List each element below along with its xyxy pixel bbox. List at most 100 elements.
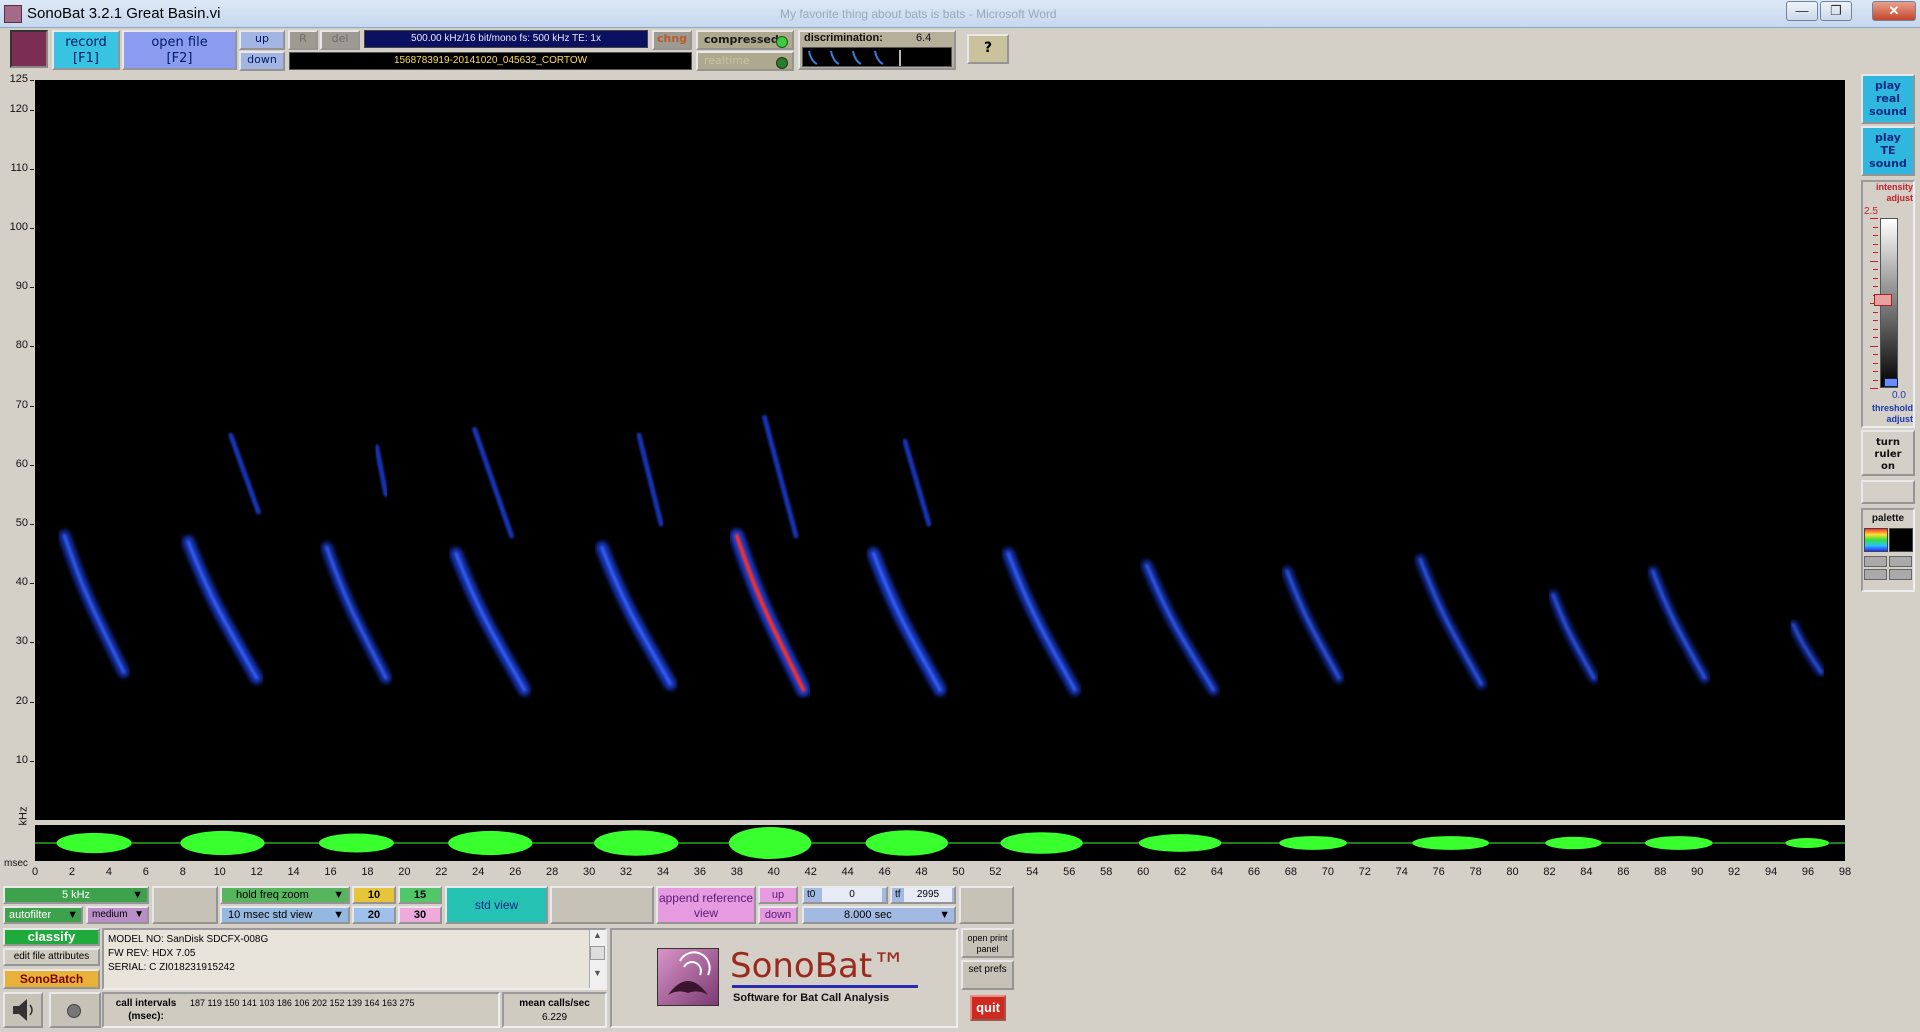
compressed-toggle[interactable]: compressed (696, 30, 794, 50)
minimize-button[interactable]: — (1786, 1, 1818, 21)
threshold-slider-handle[interactable] (1884, 378, 1898, 387)
reference-up-button[interactable]: up (758, 886, 798, 904)
palette-swatch-3[interactable] (1864, 556, 1887, 567)
change-button[interactable]: chng (652, 30, 692, 50)
open-file-button[interactable]: open file [F2] (122, 30, 237, 70)
edit-file-attributes-button[interactable]: edit file attributes (3, 948, 100, 966)
zoom-10-button[interactable]: 10 (352, 886, 396, 904)
set-prefs-button[interactable]: set prefs (961, 960, 1014, 990)
waveform-envelope-4 (448, 830, 533, 856)
append-reference-view-button[interactable]: append reference view (656, 886, 756, 924)
zoom-20-button[interactable]: 20 (352, 906, 396, 924)
bat-call-harmonic-4 (472, 426, 515, 539)
ruler-label-1: turn (1876, 437, 1900, 448)
restore-button[interactable]: ❐ (1820, 1, 1852, 21)
x-tick-label: 46 (878, 866, 891, 878)
x-tick-label: 66 (1247, 866, 1261, 878)
file-up-button[interactable]: up (239, 30, 285, 50)
palette-swatch-4[interactable] (1889, 556, 1912, 567)
x-tick-label: 2 (68, 866, 75, 878)
intensity-scale-tick (1870, 345, 1878, 347)
palette-swatch-6[interactable] (1889, 569, 1912, 580)
quit-button[interactable]: quit (970, 995, 1006, 1021)
speaker-button[interactable] (3, 992, 43, 1028)
x-tick-label: 70 (1321, 866, 1334, 878)
tf-input[interactable]: 2995 (904, 888, 952, 902)
metadata-line-serial: SERIAL: C ZI018231915242 (108, 962, 235, 973)
threshold-adjust-label: threshold adjust (1871, 403, 1913, 424)
zoom-15-button[interactable]: 15 (398, 886, 442, 904)
play-te-sound-button[interactable]: play TE sound (1861, 126, 1915, 176)
turn-ruler-on-button[interactable]: turn ruler on (1861, 430, 1915, 476)
classify-button[interactable]: classify (3, 928, 100, 946)
y-tick-label: 30 (15, 635, 28, 648)
sonobat-logo-bat-icon (657, 948, 719, 1006)
chevron-down-icon: ▼ (67, 909, 78, 921)
waveform-envelope-8 (1000, 832, 1083, 854)
color-palette-swatch[interactable] (1864, 528, 1888, 552)
call-intervals-label: call intervals (115, 998, 177, 1009)
blank-control-3[interactable] (959, 886, 1014, 924)
scroll-thumb[interactable] (590, 946, 605, 960)
help-button[interactable]: ? (967, 34, 1009, 64)
blank-control-1[interactable] (152, 886, 218, 924)
palette-swatch-5[interactable] (1864, 569, 1887, 580)
duration-select[interactable]: 8.000 sec ▼ (802, 906, 956, 924)
intensity-slider-handle[interactable] (1874, 294, 1892, 306)
open-print-panel-button[interactable]: open print panel (961, 928, 1014, 958)
intensity-scale-tick (1873, 311, 1878, 313)
r-button[interactable]: R (288, 30, 318, 50)
intensity-scale-tick (1870, 218, 1878, 219)
sonobatch-button[interactable]: SonoBatch (3, 969, 100, 989)
y-tick-label: 110 (10, 161, 28, 174)
intensity-adjust-label: intensity adjust (1875, 182, 1913, 203)
record-button[interactable]: record [F1] (52, 30, 120, 70)
spectrogram-display[interactable] (35, 80, 1845, 820)
blank-right-button[interactable] (1861, 480, 1915, 504)
intensity-scale-tick (1873, 226, 1878, 228)
autofilter-select[interactable]: autofilter ▼ (3, 906, 83, 924)
x-tick-label: 98 (1838, 866, 1852, 878)
play-te-label-2: TE (1880, 144, 1896, 157)
file-down-button[interactable]: down (239, 51, 285, 71)
x-tick-label: 10 (213, 866, 226, 878)
blank-control-2[interactable] (550, 886, 654, 924)
waveform-envelope-13 (1644, 836, 1713, 850)
call-intervals-unit: (msec): (128, 1011, 164, 1022)
discrimination-glyphs-icon (808, 50, 901, 66)
play-real-sound-button[interactable]: play real sound (1861, 74, 1915, 124)
t0-input[interactable]: 0 (822, 888, 882, 902)
reference-down-button[interactable]: down (758, 906, 798, 924)
waveform-display[interactable] (35, 825, 1845, 861)
bat-call-core-14 (1791, 623, 1823, 674)
x-tick-label: 94 (1764, 866, 1778, 878)
std-view-select[interactable]: 10 msec std view ▼ (220, 906, 350, 924)
zoom-30-button[interactable]: 30 (398, 906, 442, 924)
black-palette-swatch[interactable] (1889, 528, 1913, 552)
file-metadata-box[interactable]: MODEL NO: SanDisk SDCFX-008G FW REV: HDX… (102, 928, 607, 990)
x-tick-label: 54 (1026, 866, 1039, 878)
x-tick-label: 48 (915, 866, 928, 878)
x-tick-label: 62 (1173, 866, 1187, 878)
realtime-toggle[interactable]: realtime (696, 51, 794, 71)
x-tick-label: 20 (398, 866, 411, 878)
y-tick-label: 70 (15, 398, 28, 411)
x-tick-label: 84 (1580, 866, 1593, 878)
chevron-down-icon: ▼ (132, 889, 143, 901)
scroll-down-icon[interactable]: ▼ (590, 968, 605, 978)
scroll-up-icon[interactable]: ▲ (590, 930, 605, 940)
delete-button[interactable]: del (320, 30, 360, 50)
bat-call-harmonic-2 (228, 432, 261, 515)
bat-call-harmonic-3 (374, 444, 389, 497)
freq-zoom-select[interactable]: hold freq zoom ▼ (220, 886, 350, 904)
filter-level-select[interactable]: medium ▼ (86, 906, 149, 924)
close-button[interactable]: ✕ (1872, 1, 1916, 21)
y-tick-mark (30, 701, 34, 703)
filter-frequency-select[interactable]: 5 kHz ▼ (3, 886, 149, 904)
chevron-down-icon: ▼ (939, 909, 950, 921)
std-view-button[interactable]: std view (445, 886, 548, 924)
bat-call-harmonic-5 (636, 432, 664, 527)
metadata-scrollbar[interactable]: ▲ ▼ (589, 930, 605, 988)
metadata-line-model: MODEL NO: SanDisk SDCFX-008G (108, 934, 269, 945)
intensity-scale-tick (1873, 286, 1878, 287)
